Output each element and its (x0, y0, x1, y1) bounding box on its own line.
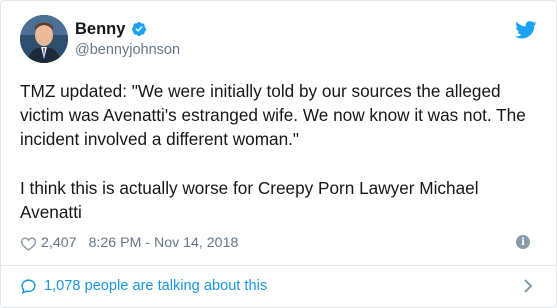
tweet-meta: 2,407 8:26 PM - Nov 14, 2018 i (20, 233, 537, 253)
avatar-image (20, 15, 68, 63)
author-handle[interactable]: @bennyjohnson (75, 42, 180, 58)
tweet-paragraph: TMZ updated: "We were initially told by … (20, 81, 526, 150)
chevron-right-icon (524, 279, 533, 293)
divider (1, 265, 556, 266)
tweet-text: TMZ updated: "We were initially told by … (20, 79, 540, 224)
speech-bubble-icon (21, 278, 36, 294)
avatar[interactable] (20, 15, 68, 63)
heart-icon (20, 236, 37, 251)
like-count: 2,407 (41, 235, 77, 251)
author-names: Benny @bennyjohnson (75, 19, 180, 59)
like-button[interactable]: 2,407 (20, 235, 77, 252)
conversation-link[interactable]: 1,078 people are talking about this (20, 271, 537, 301)
tweet-timestamp[interactable]: 8:26 PM - Nov 14, 2018 (89, 235, 239, 251)
tweet-header: Benny @bennyjohnson (20, 15, 537, 65)
display-name-row: Benny (75, 19, 180, 39)
tweet-paragraph: I think this is actually worse for Creep… (20, 177, 479, 222)
conversation-label: 1,078 people are talking about this (44, 278, 268, 294)
tweet-card: Benny @bennyjohnson TMZ updated: "We wer… (0, 0, 557, 308)
display-name[interactable]: Benny (75, 20, 125, 39)
verified-badge-icon (132, 22, 147, 36)
info-icon[interactable]: i (516, 235, 530, 249)
twitter-bird-icon[interactable] (515, 21, 537, 39)
